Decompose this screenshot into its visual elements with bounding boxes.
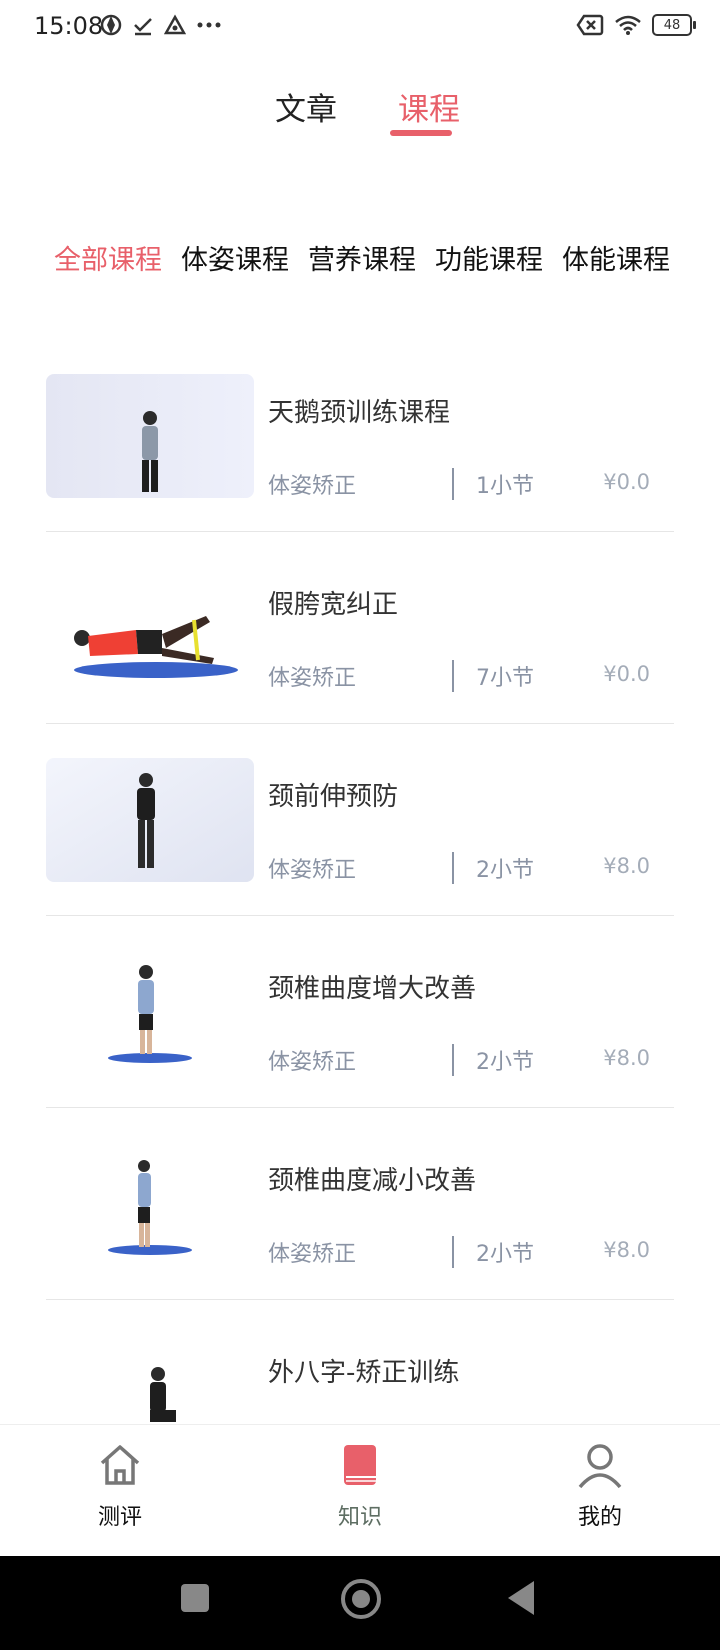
separator — [452, 468, 454, 500]
status-system-icons: 48 — [576, 14, 696, 36]
category-tabs: 全部课程 体姿课程 营养课程 功能课程 体能课程 — [54, 238, 670, 277]
course-title: 外八字-矫正训练 — [268, 1358, 460, 1388]
course-item[interactable]: 假胯宽纠正 体姿矫正 7小节 ¥0.0 — [46, 566, 674, 758]
course-price: ¥0.0 — [603, 470, 650, 494]
battery-level: 48 — [663, 17, 681, 33]
home-icon — [100, 1445, 140, 1485]
back-button[interactable] — [508, 1581, 534, 1615]
separator — [452, 852, 454, 884]
course-title: 颈前伸预防 — [268, 782, 399, 812]
course-list: 天鹅颈训练课程 体姿矫正 1小节 ¥0.0 假胯宽纠正 体姿矫正 7小节 ¥0.… — [46, 374, 674, 1526]
course-item[interactable]: 颈椎曲度增大改善 体姿矫正 2小节 ¥8.0 — [46, 950, 674, 1142]
category-tab-all[interactable]: 全部课程 — [54, 238, 162, 277]
course-title: 天鹅颈训练课程 — [268, 398, 451, 428]
category-tab-fitness[interactable]: 体能课程 — [562, 238, 670, 277]
divider — [46, 1299, 674, 1300]
course-lessons: 2小节 — [476, 1242, 534, 1267]
category-tab-function[interactable]: 功能课程 — [435, 238, 543, 277]
course-lessons: 1小节 — [476, 474, 534, 499]
course-lessons: 2小节 — [476, 858, 534, 883]
battery-icon: 48 — [652, 14, 696, 36]
status-notification-icons — [100, 14, 222, 36]
status-bar: 15:08 48 — [0, 0, 720, 54]
system-nav-bar — [0, 1556, 720, 1650]
course-item[interactable]: 颈椎曲度减小改善 体姿矫正 2小节 ¥8.0 — [46, 1142, 674, 1334]
course-title: 颈椎曲度减小改善 — [268, 1166, 477, 1196]
nav-item-profile[interactable]: 我的 — [520, 1441, 680, 1531]
nav-item-assessment[interactable]: 测评 — [40, 1441, 200, 1531]
nav-item-label: 测评 — [97, 1505, 142, 1530]
course-item[interactable]: 天鹅颈训练课程 体姿矫正 1小节 ¥0.0 — [46, 374, 674, 566]
course-title: 颈椎曲度增大改善 — [268, 974, 477, 1004]
course-thumbnail — [46, 758, 254, 882]
course-category: 体姿矫正 — [268, 1242, 357, 1267]
triangle-app-icon — [164, 14, 186, 35]
no-sim-icon — [576, 14, 604, 36]
book-icon — [344, 1445, 376, 1485]
tab-courses[interactable]: 课程 — [398, 84, 460, 129]
course-price: ¥8.0 — [603, 1046, 650, 1070]
course-thumbnail — [46, 566, 254, 690]
recent-apps-button[interactable] — [181, 1584, 209, 1612]
divider — [46, 1107, 674, 1108]
tab-articles[interactable]: 文章 — [275, 84, 337, 129]
course-category: 体姿矫正 — [268, 666, 357, 691]
more-dots-icon — [197, 22, 221, 28]
home-button[interactable] — [341, 1579, 381, 1619]
course-lessons: 7小节 — [476, 666, 534, 691]
course-item[interactable]: 颈前伸预防 体姿矫正 2小节 ¥8.0 — [46, 758, 674, 950]
status-time: 15:08 — [34, 12, 104, 40]
course-price: ¥8.0 — [603, 854, 650, 878]
bottom-nav: 测评 知识 我的 — [0, 1424, 720, 1557]
download-done-icon — [134, 18, 152, 36]
course-price: ¥0.0 — [603, 662, 650, 686]
course-lessons: 2小节 — [476, 1050, 534, 1075]
nav-item-label: 知识 — [337, 1505, 382, 1530]
wifi-icon — [615, 15, 641, 35]
tab-active-indicator — [390, 130, 452, 136]
category-tab-posture[interactable]: 体姿课程 — [181, 238, 289, 277]
course-title: 假胯宽纠正 — [268, 590, 399, 620]
separator — [452, 660, 454, 692]
course-thumbnail — [46, 374, 254, 498]
aperture-icon — [100, 14, 122, 36]
course-price: ¥8.0 — [603, 1238, 650, 1262]
top-tabs: 文章 课程 — [0, 84, 720, 144]
nav-item-label: 我的 — [577, 1505, 622, 1530]
nav-item-knowledge[interactable]: 知识 — [280, 1441, 440, 1531]
separator — [452, 1044, 454, 1076]
course-category: 体姿矫正 — [268, 858, 357, 883]
user-icon — [578, 1444, 622, 1489]
separator — [452, 1236, 454, 1268]
course-thumbnail — [46, 1142, 254, 1266]
divider — [46, 531, 674, 532]
course-thumbnail — [46, 950, 254, 1074]
divider — [46, 723, 674, 724]
category-tab-nutrition[interactable]: 营养课程 — [308, 238, 416, 277]
course-category: 体姿矫正 — [268, 474, 357, 499]
course-category: 体姿矫正 — [268, 1050, 357, 1075]
divider — [46, 915, 674, 916]
